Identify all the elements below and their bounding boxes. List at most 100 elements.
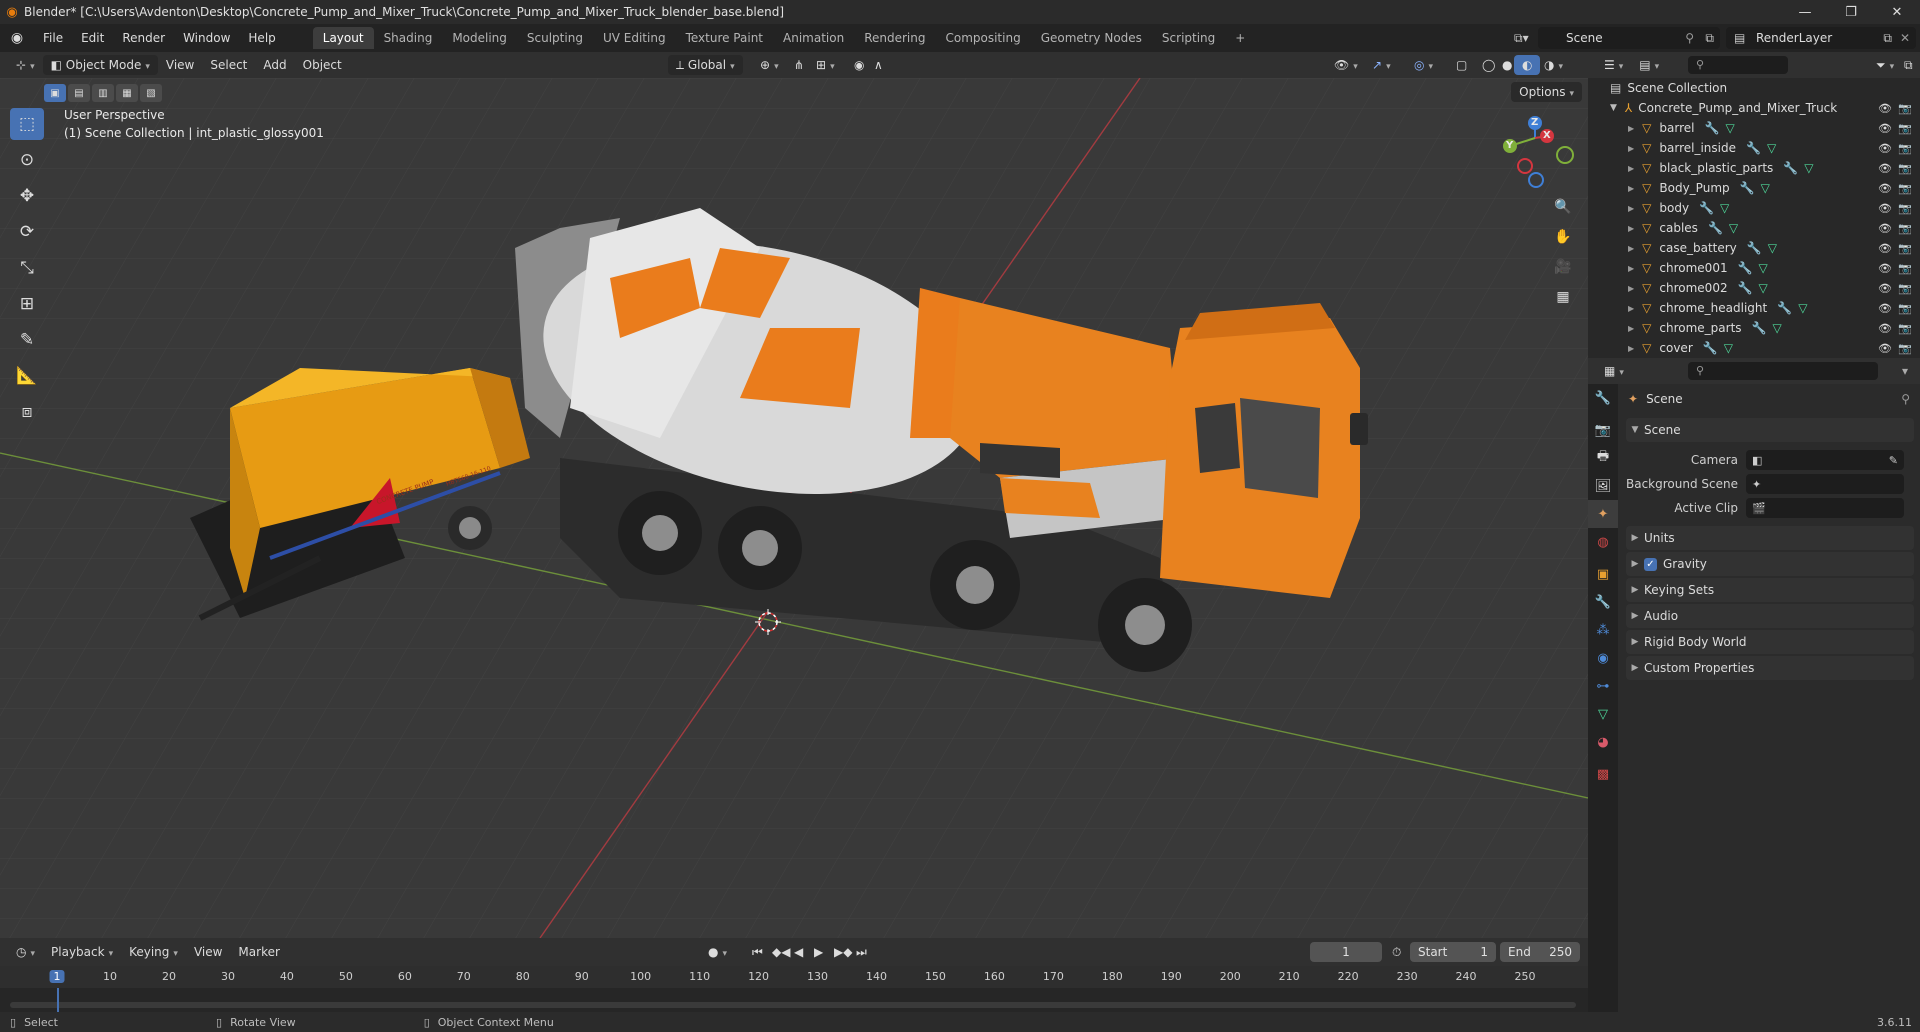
maximize-button[interactable]: ❐ <box>1828 0 1874 24</box>
modifier-icon[interactable]: 🔧 <box>1703 341 1718 355</box>
gravity-checkbox[interactable]: ✓ <box>1644 557 1657 571</box>
modifier-icon[interactable]: 🔧 <box>1777 301 1792 315</box>
properties-options-icon[interactable]: ▾ <box>1894 361 1916 381</box>
menu-view[interactable]: View <box>158 55 202 75</box>
view-layer-tab-icon[interactable]: 🖼 <box>1588 472 1618 500</box>
visibility-eye-icon[interactable]: 👁 <box>1878 242 1892 255</box>
panel-scene[interactable]: ▼ Scene <box>1626 418 1914 442</box>
expand-arrow-icon[interactable]: ▶ <box>1628 184 1634 193</box>
outliner-object-row[interactable]: ▶ ▽ barrel 🔧 ▽ 👁 📷 <box>1588 118 1920 138</box>
panel-keying-sets[interactable]: ▶ Keying Sets <box>1626 578 1914 602</box>
modifier-icon[interactable]: 🔧 <box>1738 281 1753 295</box>
transform-orientation-selector[interactable]: ⟂ Global ▾ <box>668 55 743 75</box>
select-subtract-icon[interactable]: ▥ <box>92 84 114 102</box>
measure-tool-icon[interactable]: 📐 <box>10 360 44 392</box>
expand-arrow-icon[interactable]: ▶ <box>1628 244 1634 253</box>
modifier-icon[interactable]: 🔧 <box>1752 321 1767 335</box>
outliner-object-row[interactable]: ▶ ▽ body 🔧 ▽ 👁 📷 <box>1588 198 1920 218</box>
outliner-object-row[interactable]: ▶ ▽ chrome001 🔧 ▽ 👁 📷 <box>1588 258 1920 278</box>
visibility-eye-icon[interactable]: 👁 <box>1878 202 1892 215</box>
editor-type-icon[interactable]: ⊹ ▾ <box>8 55 43 75</box>
start-frame-field[interactable]: Start 1 <box>1410 942 1496 962</box>
modifier-tab-icon[interactable]: 🔧 <box>1588 588 1618 616</box>
tool-tab-icon[interactable]: 🔧 <box>1588 384 1618 412</box>
mesh-data-icon[interactable]: ▽ <box>1773 321 1782 335</box>
constraints-tab-icon[interactable]: ⊶ <box>1588 672 1618 700</box>
end-frame-field[interactable]: End 250 <box>1500 942 1580 962</box>
menu-file[interactable]: File <box>34 27 72 49</box>
modifier-icon[interactable]: 🔧 <box>1783 161 1798 175</box>
modifier-icon[interactable]: 🔧 <box>1740 181 1755 195</box>
render-camera-icon[interactable]: 📷 <box>1898 342 1912 355</box>
render-camera-icon[interactable]: 📷 <box>1898 262 1912 275</box>
render-camera-icon[interactable]: 📷 <box>1898 182 1912 195</box>
menu-render[interactable]: Render <box>113 27 174 49</box>
particles-tab-icon[interactable]: ⁂ <box>1588 616 1618 644</box>
visibility-eye-icon[interactable]: 👁 <box>1878 102 1892 115</box>
move-tool-icon[interactable]: ✥ <box>10 180 44 212</box>
visibility-eye-icon[interactable]: 👁 <box>1878 222 1892 235</box>
outliner-scene-collection[interactable]: ▤ Scene Collection <box>1588 78 1920 98</box>
modifier-icon[interactable]: 🔧 <box>1708 221 1723 235</box>
gizmo-icon[interactable]: ↗ ▾ <box>1364 55 1399 75</box>
new-collection-icon[interactable]: ⧉ <box>1896 55 1920 75</box>
cursor-tool-icon[interactable]: ⊙ <box>10 144 44 176</box>
expand-arrow-icon[interactable]: ▶ <box>1628 144 1634 153</box>
panel-rigid-body-world[interactable]: ▶ Rigid Body World <box>1626 630 1914 654</box>
select-new-icon[interactable]: ▣ <box>44 84 66 102</box>
outliner-object-row[interactable]: ▶ ▽ black_plastic_parts 🔧 ▽ 👁 📷 <box>1588 158 1920 178</box>
perspective-toggle-icon[interactable]: ▦ <box>1550 284 1576 310</box>
mesh-data-icon[interactable]: ▽ <box>1798 301 1807 315</box>
mesh-data-icon[interactable]: ▽ <box>1759 281 1768 295</box>
close-button[interactable]: ✕ <box>1874 0 1920 24</box>
modifier-icon[interactable]: 🔧 <box>1747 241 1762 255</box>
menu-keying[interactable]: Keying ▾ <box>121 942 186 962</box>
expand-arrow-icon[interactable]: ▶ <box>1628 224 1634 233</box>
panel-audio[interactable]: ▶ Audio <box>1626 604 1914 628</box>
expand-arrow-icon[interactable]: ▶ <box>1628 284 1634 293</box>
menu-object[interactable]: Object <box>295 55 350 75</box>
visibility-eye-icon[interactable]: 👁 <box>1878 162 1892 175</box>
expand-arrow-icon[interactable]: ▶ <box>1628 304 1634 313</box>
modifier-icon[interactable]: 🔧 <box>1746 141 1761 155</box>
world-tab-icon[interactable]: ◍ <box>1588 528 1618 556</box>
expand-arrow-icon[interactable]: ▶ <box>1628 344 1634 353</box>
scale-tool-icon[interactable]: ⤡ <box>10 252 44 284</box>
outliner-object-row[interactable]: ▶ ▽ Body_Pump 🔧 ▽ 👁 📷 <box>1588 178 1920 198</box>
remove-view-layer-icon[interactable]: ✕ <box>1900 31 1910 45</box>
visibility-eye-icon[interactable]: 👁 <box>1878 282 1892 295</box>
add-workspace-button[interactable]: + <box>1225 27 1255 49</box>
panel-units[interactable]: ▶ Units <box>1626 526 1914 550</box>
visibility-eye-icon[interactable]: 👁 <box>1878 262 1892 275</box>
visibility-eye-icon[interactable]: 👁 <box>1878 302 1892 315</box>
mesh-data-icon[interactable]: ▽ <box>1804 161 1813 175</box>
pivot-point-icon[interactable]: ⊕ ▾ <box>752 55 787 75</box>
visibility-eye-icon[interactable]: 👁 <box>1878 122 1892 135</box>
mode-selector[interactable]: ◧ Object Mode ▾ <box>42 55 158 75</box>
current-frame-field[interactable]: 1 <box>1310 942 1382 962</box>
modifier-icon[interactable]: 🔧 <box>1738 261 1753 275</box>
menu-playback[interactable]: Playback ▾ <box>43 942 121 962</box>
render-camera-icon[interactable]: 📷 <box>1898 222 1912 235</box>
properties-search-input[interactable]: ⚲ <box>1688 362 1878 380</box>
3d-viewport[interactable]: Z X Y CONCRETE PUMP HBTS60-16-110 ▣ ▤ ▥ … <box>0 78 1588 938</box>
camera-view-icon[interactable]: 🎥 <box>1550 254 1576 280</box>
outliner-object-row[interactable]: ▶ ▽ chrome_headlight 🔧 ▽ 👁 📷 <box>1588 298 1920 318</box>
new-scene-icon[interactable]: ⧉ <box>1705 31 1714 46</box>
falloff-icon[interactable]: ∧ <box>866 55 891 75</box>
expand-arrow-icon[interactable]: ▶ <box>1628 264 1634 273</box>
timeline[interactable]: 1 10 20 30 40 50 60 70 80 90 100 110 120 130 140 150 160… <box>0 966 1588 1012</box>
mesh-data-icon[interactable]: ▽ <box>1729 221 1738 235</box>
select-box-tool-icon[interactable]: ⬚ <box>10 108 44 140</box>
active-clip-field[interactable]: 🎬 <box>1746 498 1904 518</box>
xray-icon[interactable]: ▢ <box>1448 55 1475 75</box>
panel-gravity[interactable]: ▶ ✓ Gravity <box>1626 552 1914 576</box>
modifier-icon[interactable]: 🔧 <box>1704 121 1719 135</box>
collapse-arrow-icon[interactable]: ▼ <box>1610 103 1617 113</box>
rotate-tool-icon[interactable]: ⟳ <box>10 216 44 248</box>
menu-marker[interactable]: Marker <box>230 942 287 962</box>
pin-icon[interactable]: ⚲ <box>1685 31 1694 45</box>
tab-geometry-nodes[interactable]: Geometry Nodes <box>1031 27 1152 49</box>
outliner-object-row[interactable]: ▶ ▽ chrome_parts 🔧 ▽ 👁 📷 <box>1588 318 1920 338</box>
expand-arrow-icon[interactable]: ▶ <box>1628 164 1634 173</box>
